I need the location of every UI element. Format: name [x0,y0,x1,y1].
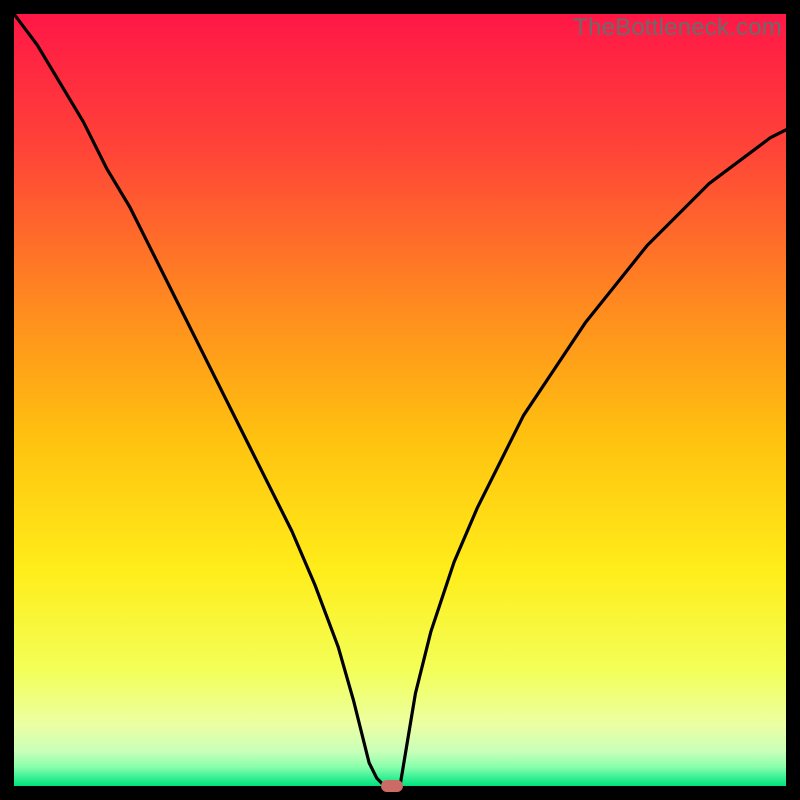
bottleneck-chart [14,14,786,786]
gradient-background [14,14,786,786]
optimal-point-marker [381,780,403,792]
chart-frame: TheBottleneck.com [14,14,786,786]
watermark-text: TheBottleneck.com [573,14,782,42]
